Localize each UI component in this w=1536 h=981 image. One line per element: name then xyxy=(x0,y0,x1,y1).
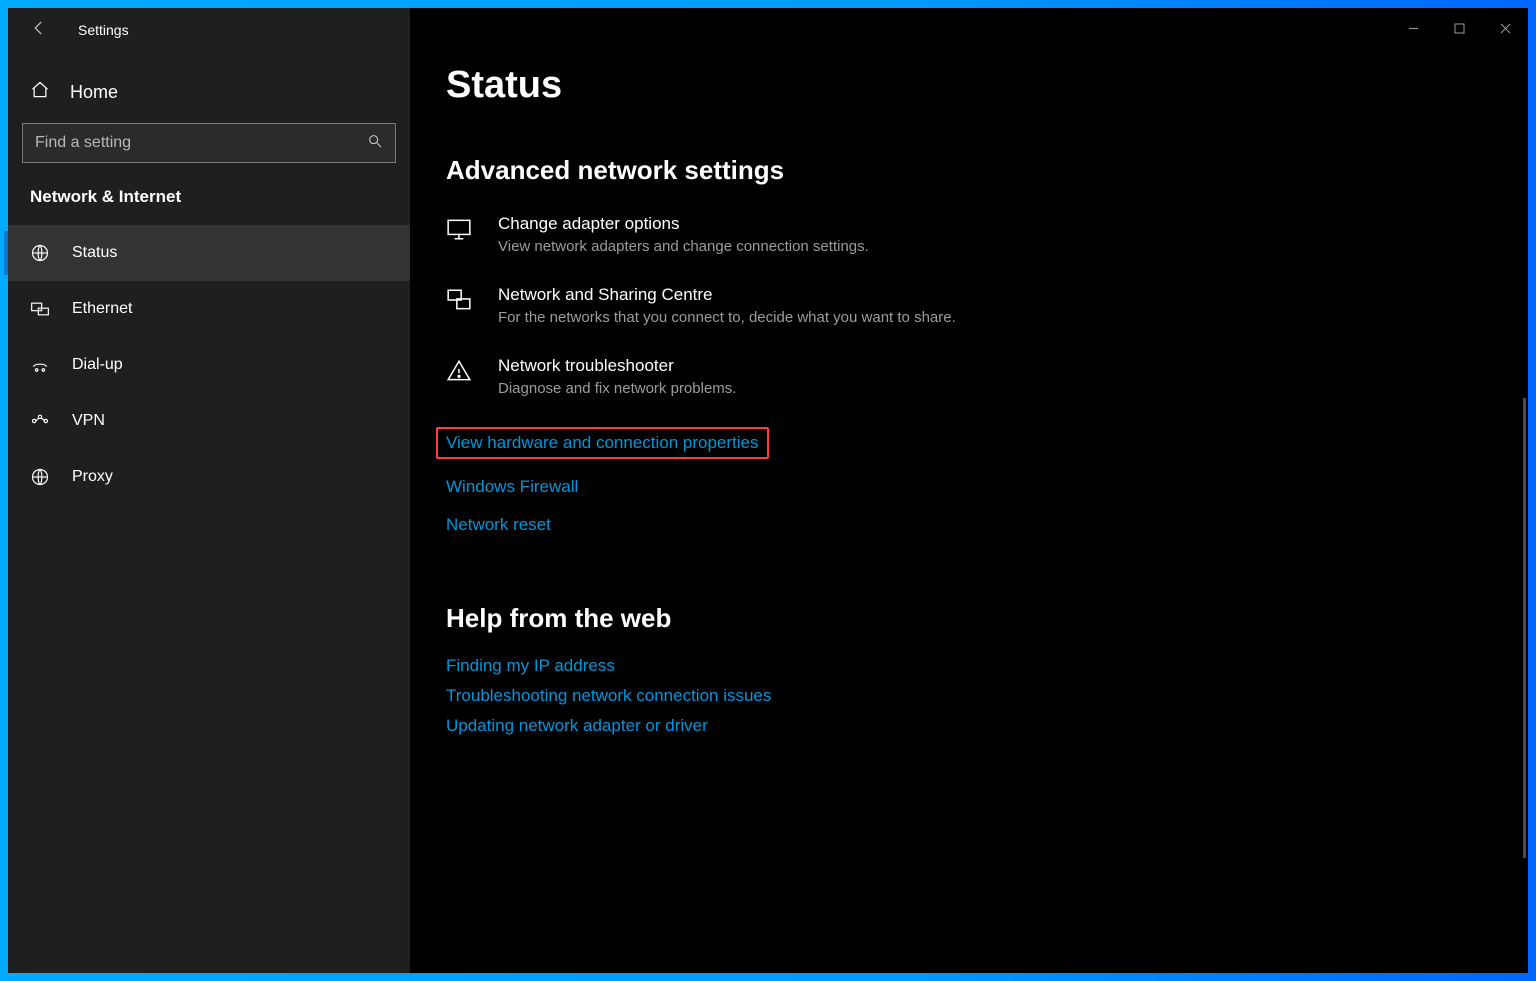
globe-icon xyxy=(30,467,50,487)
sidebar: Settings Home Network & Internet xyxy=(8,8,410,973)
sidebar-item-ethernet[interactable]: Ethernet xyxy=(8,281,410,337)
app-title: Settings xyxy=(78,22,129,38)
sidebar-item-vpn[interactable]: VPN xyxy=(8,393,410,449)
window-controls xyxy=(410,8,1528,48)
sidebar-item-proxy[interactable]: Proxy xyxy=(8,449,410,505)
section-title-help: Help from the web xyxy=(446,603,1528,634)
maximize-button[interactable] xyxy=(1436,12,1482,44)
main-content: Status Advanced network settings Change … xyxy=(410,8,1528,973)
scrollbar[interactable] xyxy=(1523,398,1526,858)
adv-item-title: Change adapter options xyxy=(498,214,869,234)
home-label: Home xyxy=(70,82,118,103)
help-link-update-driver[interactable]: Updating network adapter or driver xyxy=(446,716,708,736)
adv-item-change-adapter[interactable]: Change adapter options View network adap… xyxy=(446,214,1528,255)
link-windows-firewall[interactable]: Windows Firewall xyxy=(446,477,578,497)
sidebar-item-dialup[interactable]: Dial-up xyxy=(8,337,410,393)
sidebar-item-label: Dial-up xyxy=(72,356,123,374)
section-title-advanced: Advanced network settings xyxy=(446,155,1528,186)
link-network-reset[interactable]: Network reset xyxy=(446,515,551,535)
sidebar-item-status[interactable]: Status xyxy=(8,225,410,281)
home-icon xyxy=(30,80,50,105)
sidebar-category: Network & Internet xyxy=(8,187,410,225)
adv-item-title: Network and Sharing Centre xyxy=(498,285,956,305)
adv-item-sharing-centre[interactable]: Network and Sharing Centre For the netwo… xyxy=(446,285,1528,326)
warning-icon xyxy=(446,356,476,389)
sidebar-item-label: Ethernet xyxy=(72,300,132,318)
adv-item-desc: View network adapters and change connect… xyxy=(498,238,869,255)
globe-icon xyxy=(30,243,50,263)
sharing-icon xyxy=(446,285,476,318)
monitor-icon xyxy=(446,214,476,247)
link-hardware-properties[interactable]: View hardware and connection properties xyxy=(436,427,769,459)
help-link-troubleshoot[interactable]: Troubleshooting network connection issue… xyxy=(446,686,771,706)
sidebar-item-label: VPN xyxy=(72,412,105,430)
sidebar-item-label: Proxy xyxy=(72,468,113,486)
adv-item-desc: Diagnose and fix network problems. xyxy=(498,380,736,397)
adv-item-title: Network troubleshooter xyxy=(498,356,736,376)
dialup-icon xyxy=(30,355,50,375)
page-title: Status xyxy=(446,64,1528,107)
minimize-button[interactable] xyxy=(1390,12,1436,44)
sidebar-home[interactable]: Home xyxy=(8,52,410,123)
sidebar-nav: Status Ethernet Dial-up xyxy=(8,225,410,505)
search-icon xyxy=(367,133,383,154)
adv-item-troubleshooter[interactable]: Network troubleshooter Diagnose and fix … xyxy=(446,356,1528,397)
vpn-icon xyxy=(30,411,50,431)
search-input-container[interactable] xyxy=(22,123,396,163)
back-icon[interactable] xyxy=(30,19,48,42)
settings-window: Settings Home Network & Internet xyxy=(8,8,1528,973)
sidebar-item-label: Status xyxy=(72,244,117,262)
close-button[interactable] xyxy=(1482,12,1528,44)
search-input[interactable] xyxy=(35,134,367,152)
help-link-ip-address[interactable]: Finding my IP address xyxy=(446,656,615,676)
adv-item-desc: For the networks that you connect to, de… xyxy=(498,309,956,326)
ethernet-icon xyxy=(30,299,50,319)
